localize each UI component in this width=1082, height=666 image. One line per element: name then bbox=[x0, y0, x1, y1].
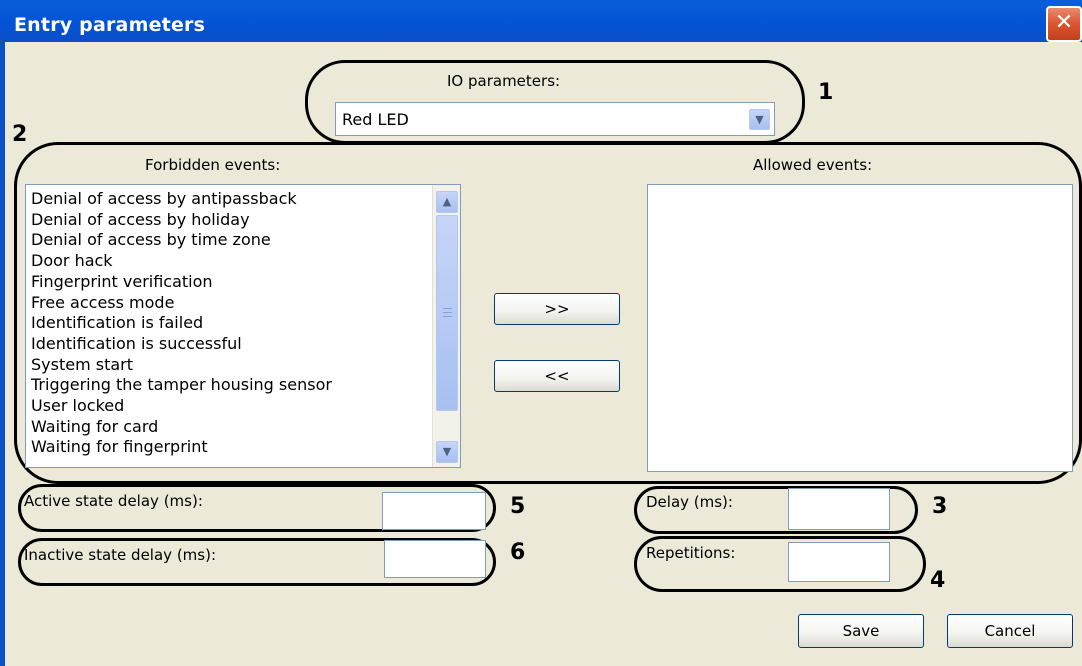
allowed-events-list[interactable] bbox=[647, 184, 1073, 472]
list-item[interactable]: User locked bbox=[26, 396, 430, 417]
forbidden-events-list[interactable]: Denial of access by antipassback Denial … bbox=[25, 184, 461, 468]
list-item[interactable]: Waiting for fingerprint bbox=[26, 437, 430, 458]
scrollbar-thumb[interactable] bbox=[436, 215, 458, 411]
list-item[interactable]: Identification is successful bbox=[26, 334, 430, 355]
list-item[interactable]: Free access mode bbox=[26, 293, 430, 314]
delay-input[interactable] bbox=[788, 488, 890, 530]
callout-number-4: 4 bbox=[930, 568, 946, 593]
scroll-up-icon[interactable]: ▲ bbox=[436, 191, 458, 213]
inactive-state-delay-input[interactable] bbox=[384, 540, 486, 578]
repetitions-label: Repetitions: bbox=[646, 544, 736, 562]
callout-number-1: 1 bbox=[818, 80, 834, 105]
list-item[interactable]: Fingerprint verification bbox=[26, 272, 430, 293]
window-title: Entry parameters bbox=[14, 14, 206, 36]
scrollbar[interactable]: ▲ ▼ bbox=[432, 185, 460, 467]
delay-label: Delay (ms): bbox=[646, 493, 733, 511]
callout-number-6: 6 bbox=[510, 540, 526, 565]
list-item[interactable]: Denial of access by holiday bbox=[26, 210, 430, 231]
callout-number-2: 2 bbox=[12, 122, 28, 147]
list-item[interactable]: Denial of access by antipassback bbox=[26, 189, 430, 210]
active-state-delay-label: Active state delay (ms): bbox=[24, 492, 203, 510]
callout-number-3: 3 bbox=[932, 494, 948, 519]
save-button[interactable]: Save bbox=[798, 614, 924, 648]
active-state-delay-input[interactable] bbox=[382, 492, 486, 530]
forbidden-events-label: Forbidden events: bbox=[145, 156, 281, 174]
list-item[interactable]: Identification is failed bbox=[26, 313, 430, 334]
inactive-state-delay-label: Inactive state delay (ms): bbox=[24, 546, 216, 564]
cancel-button[interactable]: Cancel bbox=[947, 614, 1073, 648]
list-item[interactable]: Waiting for card bbox=[26, 417, 430, 438]
callout-number-5: 5 bbox=[510, 494, 526, 519]
list-item[interactable]: System start bbox=[26, 355, 430, 376]
allowed-events-label: Allowed events: bbox=[753, 156, 873, 174]
scroll-down-icon[interactable]: ▼ bbox=[436, 441, 458, 463]
list-item[interactable]: Denial of access by time zone bbox=[26, 230, 430, 251]
list-item[interactable]: Door hack bbox=[26, 251, 430, 272]
close-icon[interactable]: ✕ bbox=[1046, 6, 1082, 42]
move-left-button[interactable]: << bbox=[494, 360, 620, 392]
move-right-button[interactable]: >> bbox=[494, 293, 620, 325]
list-item[interactable]: Triggering the tamper housing sensor bbox=[26, 375, 430, 396]
repetitions-input[interactable] bbox=[788, 542, 890, 582]
callout-oval-1 bbox=[305, 60, 805, 144]
